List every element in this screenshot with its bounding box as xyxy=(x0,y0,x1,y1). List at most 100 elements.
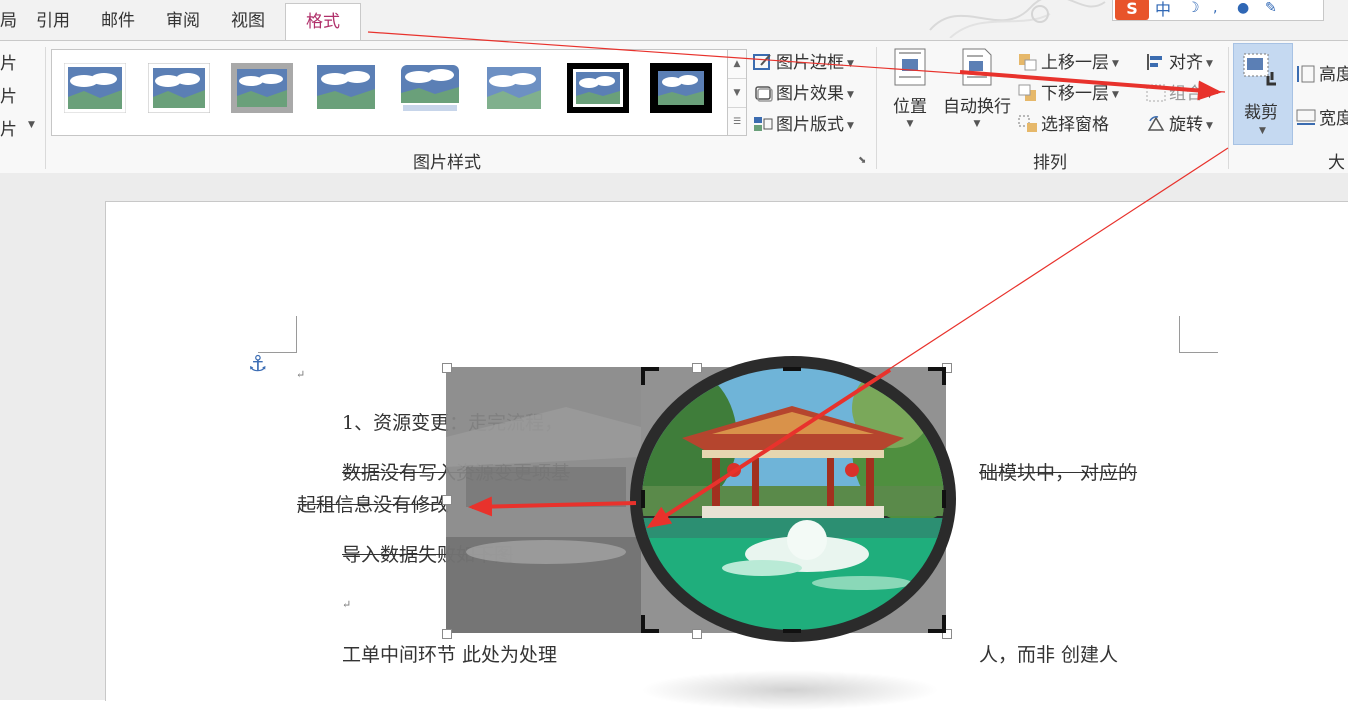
group-button[interactable]: 组合 ▼ xyxy=(1146,79,1213,104)
wrap-text-label: 自动换行 xyxy=(943,97,1011,117)
wrap-text-icon xyxy=(962,48,992,86)
tools-icon[interactable]: ✎ xyxy=(1265,0,1279,16)
picture-shadow xyxy=(640,670,940,710)
picture-style-thumb-8[interactable] xyxy=(650,63,712,113)
height-field[interactable]: 高度 xyxy=(1296,60,1348,85)
send-backward-icon xyxy=(1018,84,1036,101)
chevron-down-icon: ▼ xyxy=(1206,121,1213,131)
picture-style-thumb-5[interactable] xyxy=(399,63,461,113)
picture-border-icon xyxy=(753,54,771,70)
crop-handle[interactable] xyxy=(942,490,946,508)
rotate-button[interactable]: 旋转 ▼ xyxy=(1146,110,1213,135)
tab-references[interactable]: 引用 xyxy=(36,0,70,40)
crop-handle[interactable] xyxy=(641,490,645,508)
gallery-more-icon[interactable]: ☰ xyxy=(728,108,746,136)
wrap-text-button[interactable]: 自动换行 ▼ xyxy=(941,47,1013,129)
gallery-scrollbar[interactable]: ▲ ▼ ☰ xyxy=(727,49,747,136)
crop-icon xyxy=(1243,53,1276,86)
crop-handle[interactable] xyxy=(928,615,946,633)
picture-style-thumb-2[interactable] xyxy=(148,63,210,113)
left-clipped-command-3[interactable]: 片 xyxy=(0,115,44,140)
doc-paragraph-3[interactable]: 起租信息没有修改 xyxy=(297,490,449,517)
gallery-scroll-down-icon[interactable]: ▼ xyxy=(728,79,746,108)
margin-corner-mark xyxy=(1179,316,1218,353)
tab-review[interactable]: 审阅 xyxy=(166,0,200,40)
crop-label: 裁剪 xyxy=(1244,103,1278,123)
crop-handle[interactable] xyxy=(783,367,801,371)
picture-styles-group-label: 图片样式 xyxy=(413,153,481,173)
ribbon: 片 片 片 ▼ ▲ ▼ ☰ 图片边框 ▼ 图片效果 ▼ 图片版式 ▼ 图片样式 … xyxy=(0,40,1348,174)
align-label: 对齐 xyxy=(1169,53,1203,73)
dialog-launcher-icon[interactable]: ⬊ xyxy=(858,155,866,166)
tab-format[interactable]: 格式 xyxy=(285,3,361,42)
paragraph-mark: ↵ xyxy=(342,598,352,611)
size-group-label: 大 xyxy=(1328,153,1345,173)
tab-mailings[interactable]: 邮件 xyxy=(101,0,135,40)
group-icon xyxy=(1146,84,1166,102)
crop-handle[interactable] xyxy=(641,615,659,633)
position-button[interactable]: 位置 ▼ xyxy=(887,47,933,129)
tab-view[interactable]: 视图 xyxy=(231,0,265,40)
left-clipped-command-2[interactable]: 片 xyxy=(0,82,44,107)
chevron-down-icon: ▼ xyxy=(973,119,981,129)
chevron-down-icon: ▼ xyxy=(1206,59,1213,69)
picture-effects-icon xyxy=(755,86,773,102)
picture-style-thumb-3[interactable] xyxy=(231,63,293,113)
tab-layout[interactable]: 局 xyxy=(0,0,17,40)
microphone-icon[interactable]: ● xyxy=(1237,0,1251,16)
picture-effects-button[interactable]: 图片效果 ▼ xyxy=(753,79,854,104)
doc-paragraph-6-left[interactable]: 工单中间环节 此处为处理 xyxy=(342,640,557,667)
left-clipped-command-1[interactable]: 片 xyxy=(0,49,44,74)
picture-border-label: 图片边框 xyxy=(776,53,844,73)
width-icon xyxy=(1296,109,1316,125)
chevron-down-icon: ▼ xyxy=(28,120,35,130)
chevron-down-icon: ▼ xyxy=(1112,59,1119,69)
pavilion-photo[interactable] xyxy=(642,368,944,630)
picture-style-thumb-6[interactable] xyxy=(483,63,545,113)
moon-icon[interactable]: ☽ xyxy=(1187,0,1201,16)
chevron-down-icon: ▼ xyxy=(847,90,854,100)
picture-style-thumb-7[interactable] xyxy=(567,63,629,113)
picture-style-thumb-1[interactable] xyxy=(64,63,126,113)
resize-handle[interactable] xyxy=(442,363,452,373)
selection-pane-label: 选择窗格 xyxy=(1041,115,1109,135)
resize-handle[interactable] xyxy=(692,629,702,639)
picture-style-thumb-4[interactable] xyxy=(315,63,377,113)
group-label: 组合 xyxy=(1169,84,1203,104)
picture-effects-label: 图片效果 xyxy=(776,84,844,104)
group-separator xyxy=(876,47,877,169)
doc-paragraph-6-right[interactable]: 人，而非 创建人 xyxy=(979,640,1118,667)
send-backward-button[interactable]: 下移一层 ▼ xyxy=(1018,79,1119,104)
anchor-icon[interactable]: ⚓ xyxy=(248,352,268,377)
height-label: 高度 xyxy=(1319,65,1348,85)
ime-mode-label[interactable]: 中 xyxy=(1155,0,1171,20)
resize-handle[interactable] xyxy=(442,495,452,505)
bring-forward-button[interactable]: 上移一层 ▼ xyxy=(1018,48,1119,73)
position-label: 位置 xyxy=(893,97,927,117)
picture-layout-label: 图片版式 xyxy=(776,115,844,135)
width-field[interactable]: 宽度 xyxy=(1296,104,1348,129)
bring-forward-icon xyxy=(1019,54,1037,71)
resize-handle[interactable] xyxy=(442,629,452,639)
gallery-scroll-up-icon[interactable]: ▲ xyxy=(728,50,746,79)
ime-toolbar[interactable]: S 中 ☽ , ● ✎ xyxy=(1112,0,1324,21)
crop-button[interactable]: 裁剪 ▼ xyxy=(1233,43,1293,145)
crop-handle[interactable] xyxy=(783,629,801,633)
chevron-down-icon: ▼ xyxy=(1259,126,1266,136)
resize-handle[interactable] xyxy=(692,363,702,373)
picture-style-gallery[interactable] xyxy=(51,49,729,136)
crop-handle[interactable] xyxy=(641,367,659,385)
selection-pane-button[interactable]: 选择窗格 xyxy=(1018,110,1109,135)
selection-pane-icon xyxy=(1018,115,1037,132)
chevron-down-icon: ▼ xyxy=(1112,90,1119,100)
picture-layout-button[interactable]: 图片版式 ▼ xyxy=(753,110,854,135)
width-label: 宽度 xyxy=(1319,109,1348,129)
rotate-icon xyxy=(1147,116,1165,131)
crop-handle[interactable] xyxy=(928,367,946,385)
align-button[interactable]: 对齐 ▼ xyxy=(1146,48,1213,73)
punctuation-icon[interactable]: , xyxy=(1213,0,1227,16)
send-backward-label: 下移一层 xyxy=(1041,84,1109,104)
chevron-down-icon: ▼ xyxy=(847,121,854,131)
doc-paragraph-2-right[interactable]: 础模块中， 对应的 xyxy=(979,458,1137,485)
picture-border-button[interactable]: 图片边框 ▼ xyxy=(753,48,854,73)
